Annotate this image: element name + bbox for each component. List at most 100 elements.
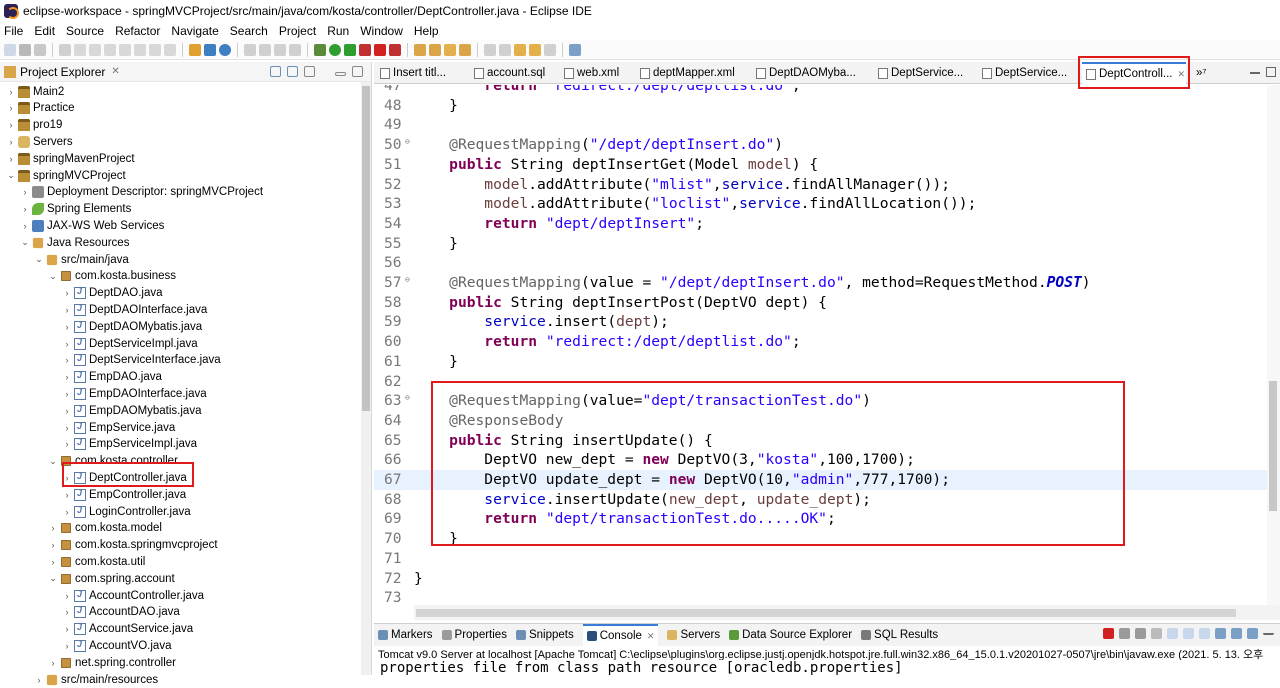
tree-item[interactable]: › JAX-WS Web Services (20, 217, 164, 234)
code-line[interactable]: 65 public String insertUpdate() { (374, 431, 1267, 451)
menu-window[interactable]: Window (360, 24, 403, 38)
tree-item[interactable]: › com.kosta.springmvcproject (48, 537, 218, 554)
chevron-right-icon[interactable]: › (62, 490, 72, 500)
tree-item[interactable]: › Spring Elements (20, 201, 131, 218)
chevron-right-icon[interactable]: › (62, 507, 72, 517)
code-line[interactable]: 58 public String deptInsertPost(DeptVO d… (374, 293, 1267, 313)
toggle-mark-icon[interactable] (189, 43, 201, 56)
explorer-scrollbar[interactable] (361, 82, 371, 675)
tree-item[interactable]: ⌄ com.kosta.controller (48, 453, 178, 470)
code-line[interactable]: 48 } (374, 96, 1267, 116)
open-type-icon[interactable] (244, 43, 256, 56)
stop-icon[interactable] (374, 43, 386, 56)
show-whitespace-icon[interactable] (289, 43, 301, 56)
chevron-right-icon[interactable]: › (62, 322, 72, 332)
last-edit-icon[interactable] (514, 43, 526, 56)
code-line[interactable]: 68 service.insertUpdate(new_dept, update… (374, 490, 1267, 510)
tree-item[interactable]: ⌄ com.spring.account (48, 570, 175, 587)
tree-item[interactable]: › EmpController.java (62, 486, 186, 503)
chevron-right-icon[interactable]: › (48, 557, 58, 567)
debug-icon[interactable] (314, 43, 326, 56)
tree-item[interactable]: › EmpDAO.java (62, 369, 162, 386)
code-line[interactable]: 73 (374, 588, 1267, 605)
chevron-right-icon[interactable]: › (62, 591, 72, 601)
chevron-right-icon[interactable]: › (62, 288, 72, 298)
chevron-right-icon[interactable]: › (62, 423, 72, 433)
pin-console-icon[interactable] (1215, 628, 1226, 639)
code-line[interactable]: 53 model.addAttribute("loclist",service.… (374, 194, 1267, 214)
code-line[interactable]: 61 } (374, 352, 1267, 372)
code-line[interactable]: 52 model.addAttribute("mlist",service.fi… (374, 175, 1267, 195)
tab-markers[interactable]: Markers (378, 629, 433, 641)
terminate-icon[interactable] (104, 43, 116, 56)
maximize-icon[interactable] (1266, 67, 1276, 77)
tree-item[interactable]: › EmpService.java (62, 419, 175, 436)
pin-icon[interactable] (274, 43, 286, 56)
new-package-icon[interactable] (414, 43, 426, 56)
chevron-down-icon[interactable]: ⌄ (20, 237, 30, 248)
minimize-icon[interactable] (335, 72, 346, 76)
code-line[interactable]: 67 DeptVO update_dept = new DeptVO(10,"a… (374, 470, 1267, 490)
menu-file[interactable]: File (4, 24, 23, 38)
code-line[interactable]: 62 (374, 372, 1267, 392)
remove-launch-icon[interactable] (1119, 628, 1130, 639)
save-all-icon[interactable] (34, 43, 46, 56)
code-line[interactable]: 51 public String deptInsertGet(Model mod… (374, 155, 1267, 175)
show-on-output-icon[interactable] (1199, 628, 1210, 639)
tab-data-source-explorer[interactable]: Data Source Explorer (729, 629, 852, 641)
tab-dept-dao-mybatis[interactable]: DeptDAOMyba... (756, 62, 856, 84)
chevron-right-icon[interactable]: › (62, 439, 72, 449)
disconnect-icon[interactable] (119, 43, 131, 56)
coverage-icon[interactable] (344, 43, 356, 56)
tree-item[interactable]: › DeptServiceInterface.java (62, 352, 221, 369)
collapse-all-icon[interactable] (270, 66, 281, 77)
tab-sql-results[interactable]: SQL Results (861, 629, 938, 641)
chevron-right-icon[interactable]: › (34, 675, 44, 685)
code-line[interactable]: 56 (374, 253, 1267, 273)
chevron-right-icon[interactable]: › (62, 473, 72, 483)
link-with-editor-icon[interactable] (287, 66, 298, 77)
code-line[interactable]: 70 } (374, 529, 1267, 549)
chevron-right-icon[interactable]: › (6, 120, 16, 130)
remove-all-icon[interactable] (1135, 628, 1146, 639)
tree-item[interactable]: › src/main/resources (34, 671, 159, 688)
search-icon[interactable] (459, 43, 471, 56)
tree-item[interactable]: › com.kosta.util (48, 553, 146, 570)
menu-navigate[interactable]: Navigate (171, 24, 218, 38)
menu-source[interactable]: Source (66, 24, 104, 38)
code-line[interactable]: 54 return "dept/deptInsert"; (374, 214, 1267, 234)
menu-run[interactable]: Run (327, 24, 349, 38)
scroll-lock-icon[interactable] (1167, 628, 1178, 639)
code-line[interactable]: 49 (374, 115, 1267, 135)
tree-item[interactable]: ⌄ springMVCProject (6, 167, 126, 184)
server-icon[interactable] (219, 43, 231, 56)
tree-item[interactable]: › AccountService.java (62, 621, 193, 638)
fold-toggle-icon[interactable]: ⊖ (405, 132, 410, 152)
tab-dept-service-1[interactable]: DeptService... (878, 62, 963, 84)
tree-item[interactable]: › EmpDAOMybatis.java (62, 402, 201, 419)
open-resource-icon[interactable] (444, 43, 456, 56)
external-tools-icon[interactable] (359, 43, 371, 56)
next-annotation-icon[interactable] (484, 43, 496, 56)
tree-item[interactable]: › Main2 (6, 83, 64, 100)
code-line[interactable]: 47 return redirect:/dept/deptlist.do ; (374, 85, 1267, 96)
code-line[interactable]: 57 ⊖ @RequestMapping(value = "/dept/deptI… (374, 273, 1267, 293)
new-icon[interactable] (4, 43, 16, 56)
code-line[interactable]: 63 ⊖ @RequestMapping(value="dept/transact… (374, 391, 1267, 411)
chevron-right-icon[interactable]: › (6, 87, 16, 97)
save-icon[interactable] (19, 43, 31, 56)
chevron-right-icon[interactable]: › (62, 372, 72, 382)
editor-vertical-scrollbar[interactable] (1267, 85, 1280, 605)
tree-item[interactable]: › Practice (6, 100, 75, 117)
tree-item[interactable]: ⌄ src/main/java (34, 251, 129, 268)
code-line[interactable]: 69 return "dept/transactionTest.do.....O… (374, 509, 1267, 529)
chevron-right-icon[interactable]: › (62, 355, 72, 365)
tab-web-xml[interactable]: web.xml (564, 62, 619, 84)
code-line[interactable]: 64 @ResponseBody (374, 411, 1267, 431)
tab-properties[interactable]: Properties (441, 629, 507, 641)
new-class-icon[interactable] (429, 43, 441, 56)
tree-item[interactable]: › DeptDAOInterface.java (62, 301, 207, 318)
tree-item[interactable]: › EmpServiceImpl.java (62, 436, 197, 453)
chevron-right-icon[interactable]: › (62, 305, 72, 315)
chevron-down-icon[interactable]: ⌄ (6, 170, 16, 181)
